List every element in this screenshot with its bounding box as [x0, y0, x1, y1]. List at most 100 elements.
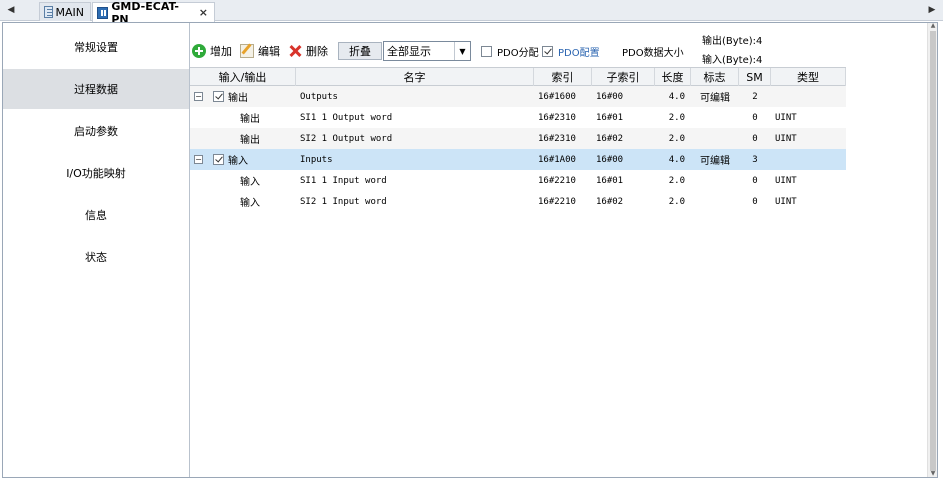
row-subindex: 16#01	[596, 112, 624, 123]
pdo-assign-checkbox-box[interactable]	[481, 46, 492, 57]
device-editor: 常规设置 过程数据 启动参数 I/O功能映射 信息 状态 增加 编辑 删除 折叠…	[2, 22, 938, 478]
row-sm: 0	[752, 133, 758, 144]
sidebar-item-status[interactable]: 状态	[3, 237, 189, 277]
row-checkbox[interactable]	[213, 154, 224, 165]
table-row[interactable]: 输出 SI2 1 Output word 16#2310 16#02 2.0 0…	[190, 128, 846, 149]
scroll-up-icon[interactable]: ▲	[929, 23, 937, 29]
edit-icon	[240, 44, 254, 58]
table-row[interactable]: − 输出 Outputs 16#1600 16#00 4.0 可编辑 2	[190, 86, 846, 107]
delete-label: 删除	[306, 45, 328, 58]
device-icon	[97, 6, 109, 19]
row-io: 输入	[228, 156, 248, 167]
tab-scroll-left-icon[interactable]: ◀	[4, 3, 18, 17]
tab-main-label: MAIN	[55, 5, 85, 19]
process-data-table: 输入/输出 名字 索引 子索引 长度 标志 SM 类型 − 输出 Outputs…	[190, 67, 846, 212]
pdo-assign-checkbox[interactable]: PDO分配	[481, 44, 539, 59]
vertical-scrollbar[interactable]: ▲ ▼	[927, 23, 937, 477]
sidebar-item-label: I/O功能映射	[66, 167, 126, 180]
edit-button[interactable]: 编辑	[240, 43, 280, 59]
row-type	[771, 149, 846, 170]
row-io: 输出	[240, 135, 260, 146]
program-icon	[44, 6, 53, 18]
sidebar-item-general-settings[interactable]: 常规设置	[3, 27, 189, 67]
close-icon[interactable]: ×	[199, 6, 208, 19]
column-header-length[interactable]: 长度	[655, 68, 691, 86]
column-header-sm[interactable]: SM	[739, 68, 771, 86]
add-icon	[192, 44, 206, 58]
row-subindex: 16#01	[596, 175, 624, 186]
sidebar-item-information[interactable]: 信息	[3, 195, 189, 235]
input-byte-size: 输入(Byte):4	[702, 55, 763, 66]
row-length: 2.0	[668, 175, 685, 186]
row-sm: 2	[752, 91, 758, 102]
row-name: Outputs	[300, 91, 338, 102]
row-name: SI2 1 Output word	[300, 133, 393, 144]
row-flag	[691, 191, 739, 212]
tab-gmd-ecat-pn[interactable]: GMD-ECAT-PN ×	[92, 0, 215, 26]
row-sm: 3	[752, 154, 758, 165]
collapse-icon[interactable]: −	[194, 92, 203, 101]
sidebar-item-io-mapping[interactable]: I/O功能映射	[3, 153, 189, 193]
table-row[interactable]: 输出 SI1 1 Output word 16#2310 16#01 2.0 0…	[190, 107, 846, 128]
row-checkbox[interactable]	[213, 91, 224, 102]
output-byte-size: 输出(Byte):4	[702, 36, 763, 47]
row-flag	[691, 128, 739, 149]
row-io: 输出	[228, 93, 248, 104]
row-subindex: 16#02	[596, 196, 624, 207]
editor-sidebar: 常规设置 过程数据 启动参数 I/O功能映射 信息 状态	[3, 23, 190, 477]
row-type	[771, 86, 846, 107]
row-index: 16#2310	[538, 112, 576, 123]
fold-label: 折叠	[349, 45, 371, 58]
column-header-type[interactable]: 类型	[771, 68, 846, 86]
row-index: 16#2210	[538, 175, 576, 186]
column-header-subindex[interactable]: 子索引	[592, 68, 655, 86]
pdo-assign-label: PDO分配	[497, 48, 539, 59]
table-row[interactable]: 输入 SI2 1 Input word 16#2210 16#02 2.0 0 …	[190, 191, 846, 212]
row-index: 16#1A00	[538, 154, 576, 165]
sidebar-item-label: 启动参数	[74, 125, 118, 138]
scrollbar-thumb[interactable]	[930, 31, 936, 471]
row-type: UINT	[775, 196, 797, 207]
column-header-name[interactable]: 名字	[296, 68, 534, 86]
row-length: 2.0	[668, 196, 685, 207]
row-length: 4.0	[668, 154, 685, 165]
row-index: 16#2310	[538, 133, 576, 144]
column-header-flag[interactable]: 标志	[691, 68, 739, 86]
tab-scroll-right-icon[interactable]: ▶	[925, 3, 939, 17]
table-row-selected[interactable]: − 输入 Inputs 16#1A00 16#00 4.0 可编辑 3	[190, 149, 846, 170]
pdo-data-size-label: PDO数据大小	[622, 48, 684, 59]
add-button[interactable]: 增加	[192, 43, 232, 59]
column-header-index[interactable]: 索引	[534, 68, 592, 86]
tab-main[interactable]: MAIN	[39, 2, 91, 21]
row-flag	[691, 107, 739, 128]
filter-select[interactable]: 全部显示 ▼	[383, 41, 471, 61]
collapse-icon[interactable]: −	[194, 155, 203, 164]
sidebar-item-startup-parameters[interactable]: 启动参数	[3, 111, 189, 151]
pdo-config-checkbox-box[interactable]	[542, 46, 553, 57]
column-header-io[interactable]: 输入/输出	[190, 68, 296, 86]
scroll-down-icon[interactable]: ▼	[929, 471, 937, 477]
add-label: 增加	[210, 45, 232, 58]
filter-value: 全部显示	[387, 45, 431, 58]
row-type: UINT	[775, 175, 797, 186]
row-subindex: 16#00	[596, 91, 624, 102]
delete-button[interactable]: 删除	[288, 43, 328, 59]
row-name: Inputs	[300, 154, 333, 165]
row-io: 输出	[240, 114, 260, 125]
row-length: 2.0	[668, 133, 685, 144]
fold-button[interactable]: 折叠	[338, 42, 382, 60]
chevron-down-icon[interactable]: ▼	[454, 42, 470, 60]
table-row[interactable]: 输入 SI1 1 Input word 16#2210 16#01 2.0 0 …	[190, 170, 846, 191]
row-sm: 0	[752, 175, 758, 186]
row-subindex: 16#00	[596, 154, 624, 165]
table-header: 输入/输出 名字 索引 子索引 长度 标志 SM 类型	[190, 67, 846, 86]
sidebar-item-process-data[interactable]: 过程数据	[3, 69, 189, 109]
edit-label: 编辑	[258, 45, 280, 58]
process-data-toolbar: 增加 编辑 删除 折叠 全部显示 ▼ PDO分配 PDO配置 PDO数据大小 输…	[190, 23, 927, 67]
sidebar-item-label: 常规设置	[74, 41, 118, 54]
row-sm: 0	[752, 196, 758, 207]
row-index: 16#1600	[538, 91, 576, 102]
row-type: UINT	[775, 133, 797, 144]
pdo-config-label: PDO配置	[558, 48, 600, 59]
pdo-config-checkbox[interactable]: PDO配置	[542, 44, 600, 59]
